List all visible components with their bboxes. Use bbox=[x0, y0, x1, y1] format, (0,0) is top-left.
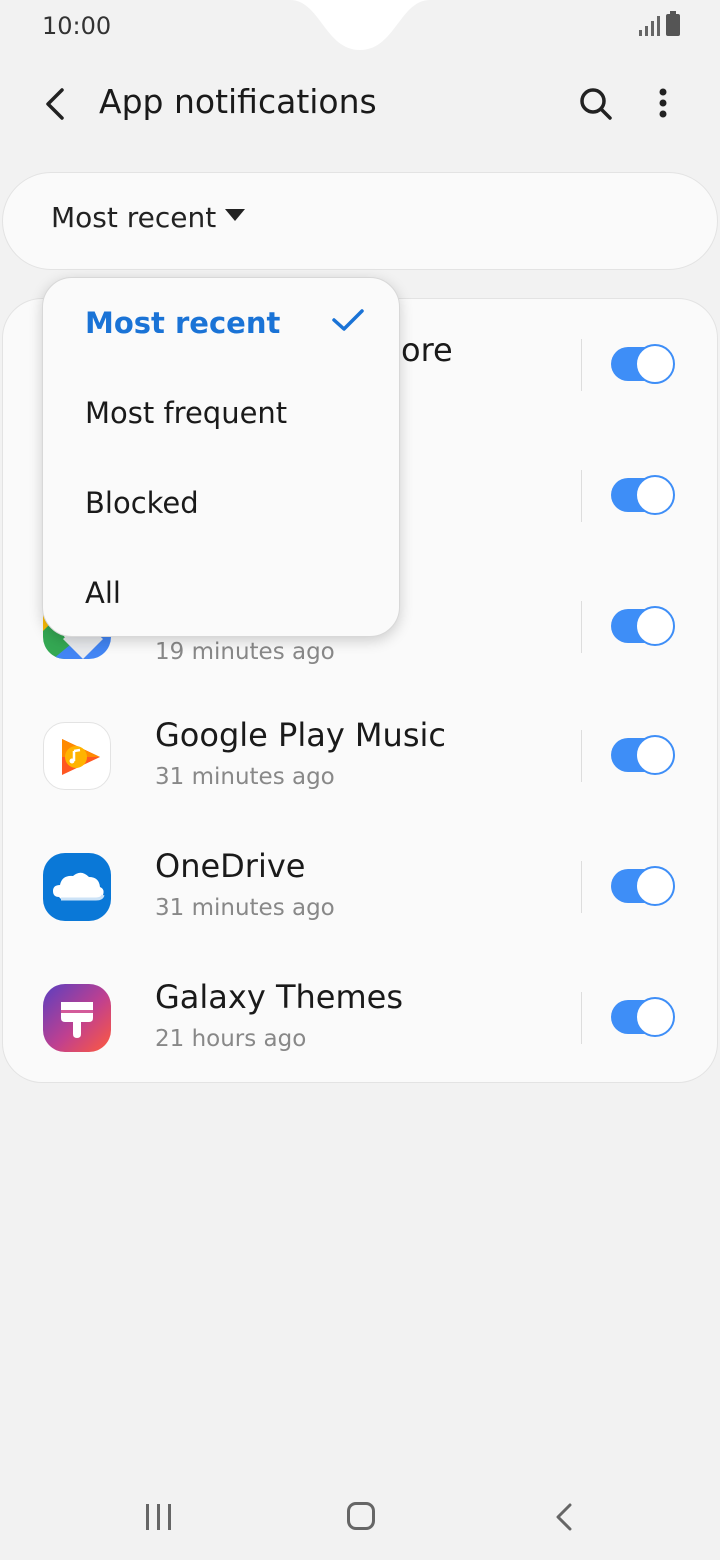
galaxy-themes-icon bbox=[43, 984, 111, 1052]
onedrive-icon bbox=[43, 853, 111, 921]
sort-dropdown-menu: Most recent Most frequent Blocked All bbox=[42, 277, 400, 637]
app-last-notified: 31 minutes ago bbox=[155, 895, 335, 921]
app-name: OneDrive bbox=[155, 847, 306, 885]
signal-icon bbox=[639, 14, 660, 36]
caret-down-icon bbox=[225, 209, 245, 221]
nav-back-icon[interactable] bbox=[552, 1502, 576, 1532]
notification-toggle[interactable] bbox=[611, 344, 675, 384]
sort-filter-spinner[interactable]: Most recent bbox=[2, 172, 718, 270]
back-button[interactable] bbox=[38, 82, 78, 126]
app-last-notified: 19 minutes ago bbox=[155, 639, 335, 665]
status-icons bbox=[639, 11, 680, 36]
divider bbox=[581, 992, 582, 1044]
app-name: Google Play Music bbox=[155, 716, 446, 754]
menu-item-blocked[interactable]: Blocked bbox=[85, 486, 199, 520]
app-bar: App notifications bbox=[0, 60, 720, 150]
more-vert-icon bbox=[659, 88, 667, 118]
system-nav-bar bbox=[0, 1480, 720, 1560]
divider bbox=[581, 601, 582, 653]
divider bbox=[581, 861, 582, 913]
app-last-notified: 31 minutes ago bbox=[155, 764, 335, 790]
check-icon bbox=[332, 309, 364, 331]
list-item[interactable]: OneDrive 31 minutes ago bbox=[3, 823, 719, 954]
notification-toggle[interactable] bbox=[611, 735, 675, 775]
status-time: 10:00 bbox=[42, 12, 112, 40]
menu-item-most-frequent[interactable]: Most frequent bbox=[85, 396, 287, 430]
nav-home-icon[interactable] bbox=[347, 1502, 375, 1530]
notification-toggle[interactable] bbox=[611, 866, 675, 906]
more-options-button[interactable] bbox=[648, 82, 678, 126]
battery-icon bbox=[666, 11, 680, 36]
search-icon bbox=[580, 88, 612, 120]
app-name: ore bbox=[401, 331, 453, 369]
divider bbox=[581, 730, 582, 782]
search-button[interactable] bbox=[576, 82, 616, 126]
menu-item-most-recent[interactable]: Most recent bbox=[85, 306, 280, 340]
screen: 10:00 App notifications Most recent ore … bbox=[0, 0, 720, 1560]
back-arrow-icon bbox=[46, 88, 64, 120]
list-item[interactable]: Galaxy Themes 21 hours ago bbox=[3, 954, 719, 1085]
notification-toggle[interactable] bbox=[611, 606, 675, 646]
filter-selected-label: Most recent bbox=[51, 201, 217, 234]
page-title: App notifications bbox=[99, 82, 377, 121]
app-last-notified: 21 hours ago bbox=[155, 1026, 307, 1052]
status-bar: 10:00 bbox=[0, 0, 720, 60]
divider bbox=[581, 339, 582, 391]
list-item[interactable]: Google Play Music 31 minutes ago bbox=[3, 692, 719, 823]
nav-recent-icon[interactable] bbox=[146, 1504, 176, 1532]
app-name: Galaxy Themes bbox=[155, 978, 403, 1016]
divider bbox=[581, 470, 582, 522]
menu-item-all[interactable]: All bbox=[85, 576, 121, 610]
notification-toggle[interactable] bbox=[611, 475, 675, 515]
notification-toggle[interactable] bbox=[611, 997, 675, 1037]
google-play-music-icon bbox=[43, 722, 111, 790]
